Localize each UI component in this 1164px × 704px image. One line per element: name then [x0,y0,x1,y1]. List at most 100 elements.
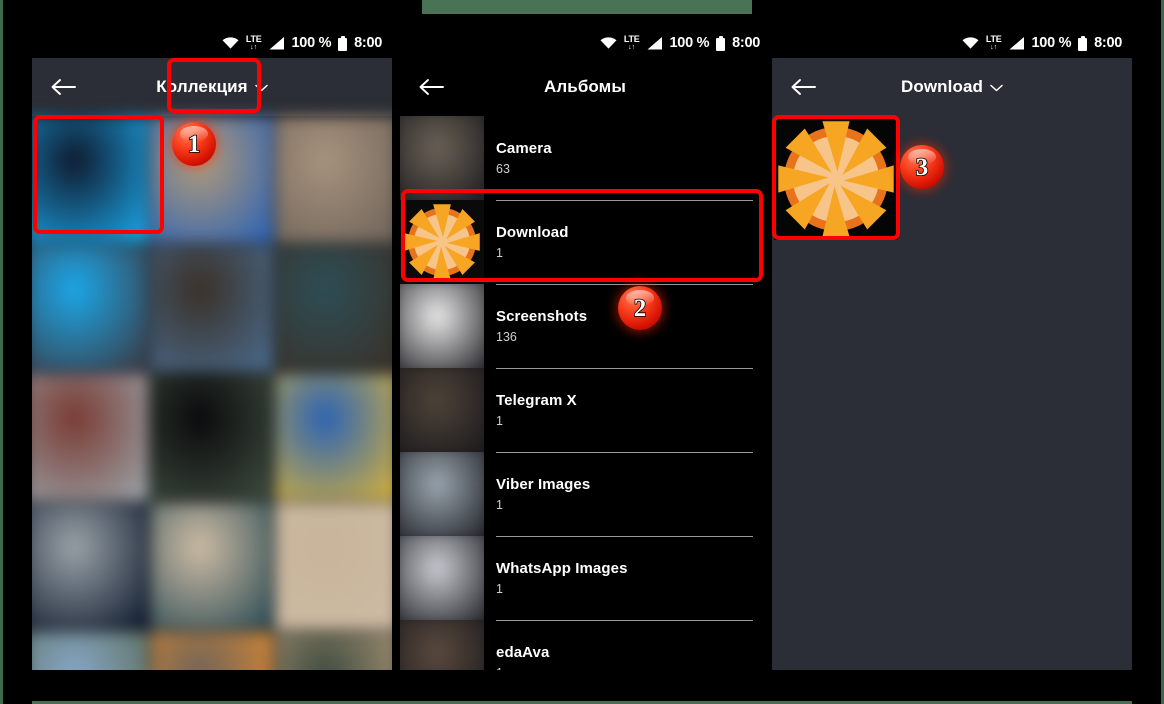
status-bar: LTE ↓↑ 100 % 8:00 [400,28,770,58]
album-photo-count: 1 [496,246,503,260]
photo-thumbnail[interactable] [32,116,149,243]
album-list-item[interactable]: Telegram X 1 [400,368,770,452]
wifi-icon [222,37,239,49]
callout-badge-1-label: 1 [187,130,201,158]
thumbnail-image [400,620,484,670]
battery-percent: 100 % [1031,35,1072,51]
screenshot-canvas: LTE ↓↑ 100 % 8:00 Коллекция 1 LTE ↓↑ 100… [0,0,1164,704]
album-list-item[interactable]: Screenshots 136 [400,284,770,368]
photo-thumbnail[interactable] [275,373,392,501]
album-list-item[interactable]: Download 1 [400,200,770,284]
album-list-item[interactable]: edaAva 1 [400,620,770,670]
wifi-icon [600,37,617,49]
list-separator [496,452,753,453]
list-separator [496,620,753,621]
album-name: Viber Images [496,476,591,493]
photo-thumbnail[interactable] [275,502,392,630]
list-separator [496,368,753,369]
photo-thumbnail-orange[interactable] [774,118,898,240]
photo-thumbnail[interactable] [150,502,274,630]
photo-thumbnail[interactable] [275,631,392,670]
network-arrows: ↓↑ [990,44,998,51]
photo-thumbnail[interactable] [150,631,274,670]
download-title-dropdown[interactable]: Download [772,77,1132,97]
page-title: Коллекция [156,77,248,96]
back-arrow-icon[interactable] [786,70,820,104]
status-bar: LTE ↓↑ 100 % 8:00 [772,28,1132,58]
album-thumbnail [400,452,484,536]
status-bar: LTE ↓↑ 100 % 8:00 [32,28,392,58]
app-bar-collection: Коллекция [32,58,392,116]
photo-grid[interactable] [32,116,392,670]
phone-screen-albums: LTE ↓↑ 100 % 8:00 Альбомы Camera 63 Downlo… [400,28,770,670]
album-thumbnail [400,620,484,670]
album-thumbnail [400,284,484,368]
network-label: LTE [623,34,640,44]
chevron-down-icon [990,77,1003,97]
orange-slice-icon [408,208,476,276]
back-arrow-icon[interactable] [414,70,448,104]
album-photo-count: 1 [496,582,503,596]
clock: 8:00 [732,35,760,51]
battery-percent: 100 % [669,35,710,51]
battery-icon [716,35,726,51]
photo-thumbnail[interactable] [150,244,274,372]
album-meta: Viber Images 1 [484,452,770,536]
photo-thumbnail[interactable] [32,631,149,670]
album-photo-count: 1 [496,414,503,428]
orange-slice-icon [784,127,888,231]
callout-badge-1: 1 [172,122,216,166]
thumbnail-image [400,116,484,200]
thumbnail-image [400,452,484,536]
photo-thumbnail[interactable] [275,244,392,372]
album-list[interactable]: Camera 63 Download 1 Screenshots 136 Telegram … [400,116,770,670]
photo-thumbnail[interactable] [32,373,149,501]
network-type-indicator: LTE ↓↑ [245,34,262,52]
wifi-icon [962,37,979,49]
top-accent-bar [422,0,752,14]
thumbnail-image [400,284,484,368]
chevron-down-icon [254,77,268,97]
photo-thumbnail[interactable] [32,502,149,630]
page-title: Альбомы [544,77,626,96]
network-label: LTE [245,34,262,44]
thumbnail-image [400,368,484,452]
album-name: WhatsApp Images [496,560,628,577]
phone-screen-collection: LTE ↓↑ 100 % 8:00 Коллекция [32,28,392,670]
download-photo-grid[interactable] [772,116,1132,670]
signal-bars-icon [1009,36,1025,50]
network-type-indicator: LTE ↓↑ [985,34,1002,52]
list-separator [496,284,753,285]
network-arrows: ↓↑ [250,44,258,51]
list-separator [496,200,753,201]
album-name: edaAva [496,644,550,661]
album-name: Camera [496,140,552,157]
album-photo-count: 63 [496,162,510,176]
album-meta: Download 1 [484,200,770,284]
clock: 8:00 [354,35,382,51]
album-photo-count: 1 [496,666,770,670]
album-list-item[interactable]: WhatsApp Images 1 [400,536,770,620]
photo-thumbnail[interactable] [275,116,392,243]
album-meta: Telegram X 1 [484,368,770,452]
photo-thumbnail[interactable] [32,244,149,372]
album-list-item[interactable]: Viber Images 1 [400,452,770,536]
callout-badge-3: 3 [900,145,944,189]
collection-title-dropdown[interactable]: Коллекция [32,77,392,97]
album-meta: edaAva 1 [484,620,770,670]
album-thumbnail [400,200,484,284]
album-thumbnail [400,368,484,452]
battery-icon [338,35,348,51]
album-list-item[interactable]: Camera 63 [400,116,770,200]
back-arrow-icon[interactable] [46,70,80,104]
signal-bars-icon [269,36,285,50]
photo-thumbnail[interactable] [150,373,274,501]
network-arrows: ↓↑ [628,44,636,51]
list-separator [496,536,753,537]
album-photo-count: 136 [496,330,517,344]
clock: 8:00 [1094,35,1122,51]
network-label: LTE [985,34,1002,44]
phone-screen-download: LTE ↓↑ 100 % 8:00 Download [772,28,1132,670]
app-bar-albums: Альбомы [400,58,770,116]
callout-badge-2-label: 2 [633,294,647,322]
